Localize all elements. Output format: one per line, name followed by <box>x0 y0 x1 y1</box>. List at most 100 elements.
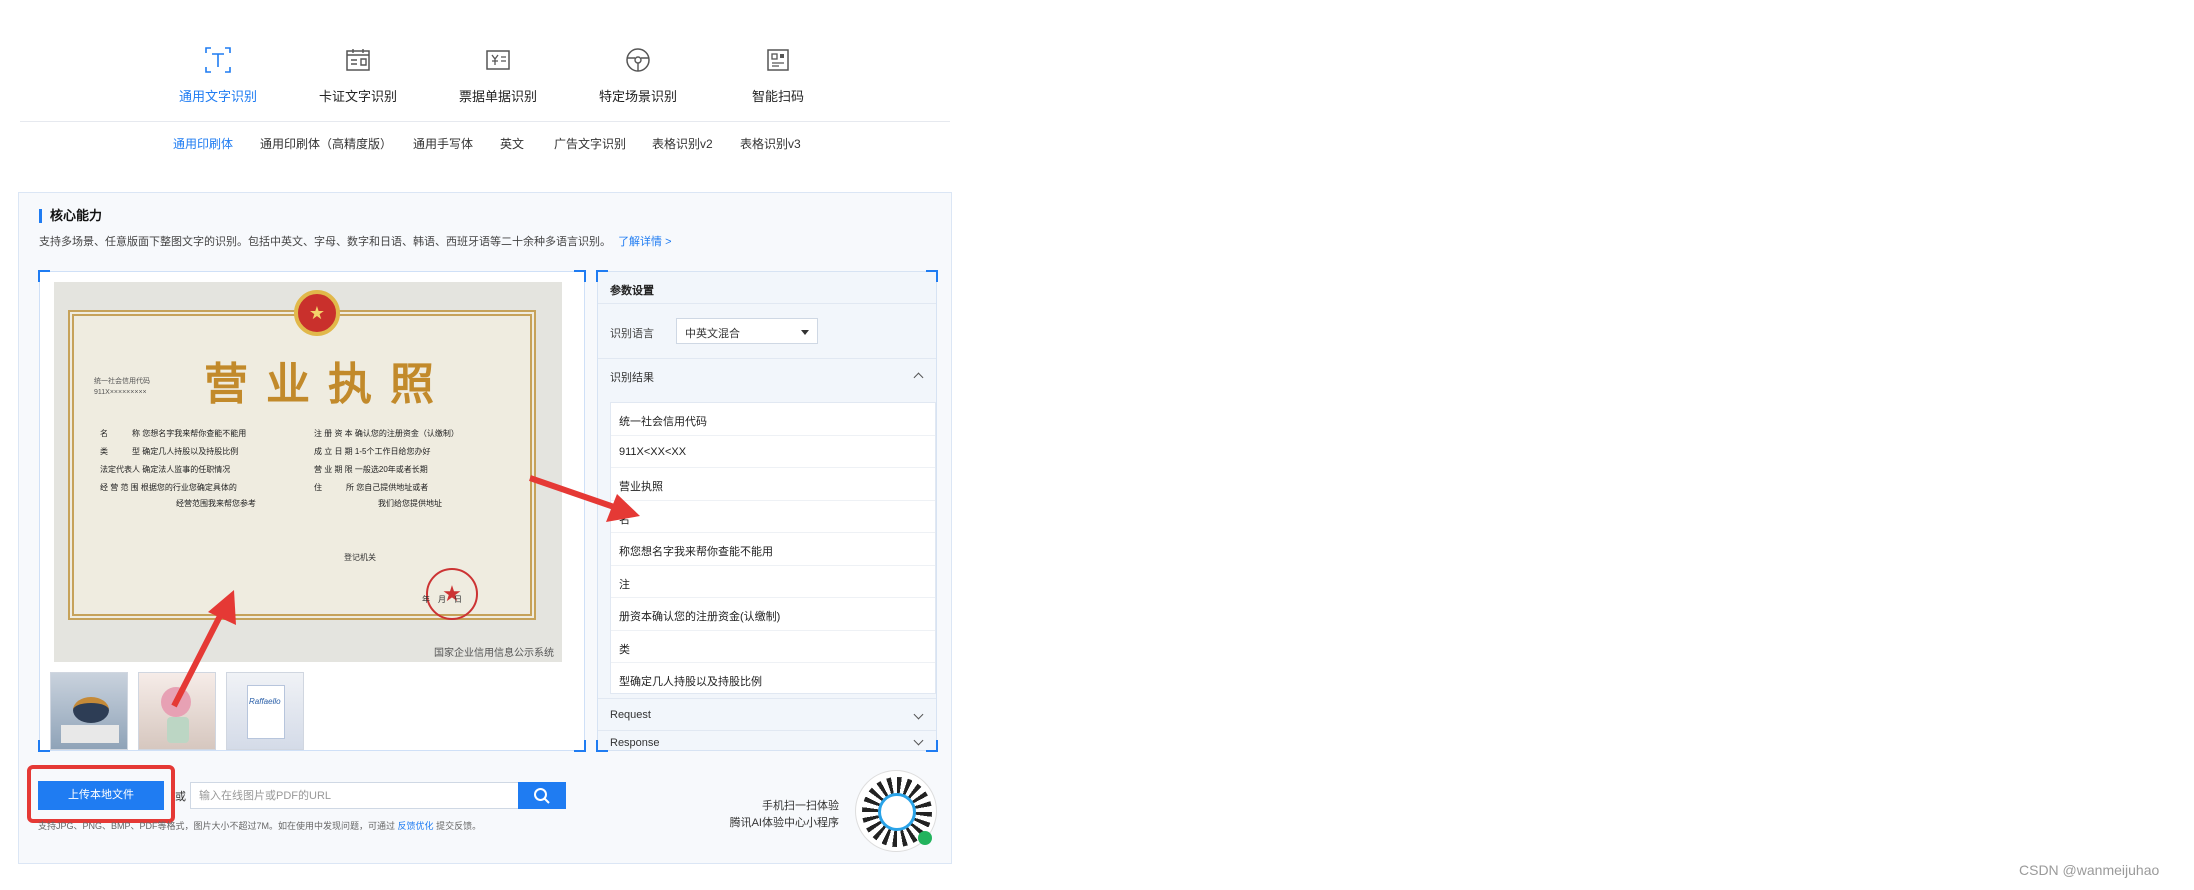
response-label: Response <box>610 737 660 749</box>
language-select-value: 中英文混合 <box>685 328 740 340</box>
chevron-up-icon <box>913 372 924 383</box>
demo-image-area: ★ 统一社会信用代码 911X××××××××× 营业执照 名 称 您想名字我来… <box>38 270 586 752</box>
feedback-link[interactable]: 反馈优化 <box>398 821 434 831</box>
page: 通用文字识别 卡证文字识别 票据单据识别 特定场景识别 智能扫码 通用印刷体 通… <box>0 0 2194 890</box>
mini-program-hint: 手机扫一扫体验 <box>762 800 839 812</box>
subtab-handwriting[interactable]: 通用手写体 <box>413 135 473 152</box>
license-certificate: ★ 统一社会信用代码 911X××××××××× 营业执照 名 称 您想名字我来… <box>68 290 536 620</box>
corner-mark <box>574 270 586 282</box>
steering-wheel-icon <box>626 48 650 72</box>
license-field: 住 所 您自己提供地址或者 <box>314 483 429 492</box>
result-item: 营业执照 <box>611 468 935 501</box>
url-submit-button[interactable] <box>518 782 566 809</box>
request-accordion-header[interactable]: Request <box>598 698 936 730</box>
license-field: 名 称 您想名字我来帮你查能不能用 <box>100 429 247 438</box>
notice-suffix: 提交反馈。 <box>436 821 482 831</box>
category-scene[interactable]: 特定场景识别 <box>568 44 708 106</box>
license-field: 我们给您提供地址 <box>378 499 442 508</box>
param-header: 参数设置 <box>598 272 936 304</box>
mini-program-qr-code <box>855 770 937 852</box>
caret-down-icon <box>801 330 809 335</box>
subtab-general-print[interactable]: 通用印刷体 <box>173 135 233 152</box>
sample-thumbnail-flower[interactable] <box>138 672 216 750</box>
license-caption: 国家企业信用信息公示系统 <box>434 648 554 659</box>
notice-text: 支持JPG、PNG、BMP、PDF等格式，图片大小不超过7M。如在使用中发现问题… <box>38 821 396 831</box>
issue-date: 年 月 日 <box>422 595 462 604</box>
subtab-ad-text[interactable]: 广告文字识别 <box>554 135 626 152</box>
business-license-image: ★ 统一社会信用代码 911X××××××××× 营业执照 名 称 您想名字我来… <box>54 282 562 662</box>
registrar-label: 登记机关 <box>344 553 376 562</box>
license-field: 法定代表人 确定法人监事的任职情况 <box>100 465 231 474</box>
receipt-icon <box>486 50 510 70</box>
category-label: 特定场景识别 <box>598 89 677 104</box>
url-or-label: 或 <box>175 791 186 803</box>
language-label: 识别语言 <box>610 328 654 340</box>
upload-local-file-button[interactable]: 上传本地文件 <box>38 781 164 810</box>
category-receipt[interactable]: 票据单据识别 <box>428 44 568 106</box>
result-item: 统一社会信用代码 <box>611 403 935 436</box>
category-smart-scan[interactable]: 智能扫码 <box>708 44 848 106</box>
sample-thumbnail-bird[interactable] <box>50 672 128 750</box>
credit-code-block: 统一社会信用代码 911X××××××××× <box>94 376 150 398</box>
result-item: 名 <box>611 501 935 533</box>
result-item: 型确定几人持股以及持股比例 <box>611 663 935 693</box>
license-field: 经 营 范 围 根据您的行业您确定具体的 <box>100 483 237 492</box>
wechat-badge-icon <box>918 831 932 845</box>
result-item: 类 <box>611 631 935 663</box>
package-brand-logo: Raffaello <box>249 697 281 706</box>
core-panel: 核心能力 支持多场景、任意版面下整图文字的识别。包括中英文、字母、数字和日语、韩… <box>18 192 952 864</box>
mini-program-name: 腾讯AI体验中心小程序 <box>729 817 839 829</box>
license-field: 类 型 确定几人持股以及持股比例 <box>100 447 239 456</box>
result-item: 册资本确认您的注册资金(认缴制) <box>611 598 935 631</box>
id-card-icon <box>346 49 370 71</box>
corner-mark <box>38 740 50 752</box>
sample-thumbnail-package[interactable]: Raffaello <box>226 672 304 750</box>
upload-notice: 支持JPG、PNG、BMP、PDF等格式，图片大小不超过7M。如在使用中发现问题… <box>38 819 481 832</box>
search-icon <box>534 788 550 804</box>
subtab-high-precision[interactable]: 通用印刷体（高精度版） <box>260 135 392 152</box>
results-label: 识别结果 <box>610 372 654 384</box>
credit-code-value: 911X××××××××× <box>94 389 147 396</box>
request-label: Request <box>610 709 651 721</box>
chevron-down-icon <box>913 735 924 746</box>
category-card-text[interactable]: 卡证文字识别 <box>288 44 428 106</box>
subtab-nav: 通用印刷体 通用印刷体（高精度版） 通用手写体 英文 广告文字识别 表格识别v2… <box>20 133 950 155</box>
results-accordion-header[interactable]: 识别结果 <box>598 358 936 390</box>
category-general-text[interactable]: 通用文字识别 <box>148 44 288 106</box>
card-image <box>61 725 119 743</box>
vase-image <box>167 717 189 743</box>
learn-more-link[interactable]: 了解详情 > <box>618 236 671 248</box>
result-item: 911X<XX<XX <box>611 436 935 468</box>
subtab-table-v2[interactable]: 表格识别v2 <box>652 135 713 152</box>
credit-code-label: 统一社会信用代码 <box>94 378 150 385</box>
subtab-english[interactable]: 英文 <box>500 135 524 152</box>
result-list[interactable]: 统一社会信用代码 911X<XX<XX 营业执照 名 称您想名字我来帮你查能不能… <box>610 402 936 694</box>
section-title: 核心能力 <box>39 209 102 223</box>
category-label: 卡证文字识别 <box>318 89 397 104</box>
bird-image <box>73 697 109 723</box>
category-label: 票据单据识别 <box>458 89 537 104</box>
license-field: 营 业 期 限 一般选20年或者长期 <box>314 465 428 474</box>
category-label: 通用文字识别 <box>178 89 257 104</box>
national-emblem-icon: ★ <box>294 290 340 336</box>
corner-mark <box>38 270 50 282</box>
result-item: 注 <box>611 566 935 598</box>
package-image <box>247 685 285 739</box>
response-accordion-header[interactable]: Response <box>598 730 936 752</box>
cloud-logo-icon <box>878 793 916 831</box>
description-text: 支持多场景、任意版面下整图文字的识别。包括中英文、字母、数字和日语、韩语、西班牙… <box>39 236 611 248</box>
license-title: 营业执照 <box>204 359 452 410</box>
license-field: 经营范围我来帮您参考 <box>176 499 256 508</box>
license-field: 注 册 资 本 确认您的注册资金（认缴制） <box>314 429 459 438</box>
flower-image <box>161 687 191 717</box>
result-item: 称您想名字我来帮你查能不能用 <box>611 533 935 566</box>
qr-scan-icon <box>767 49 789 71</box>
watermark: CSDN @wanmeijuhao <box>2019 862 2160 878</box>
subtab-table-v3[interactable]: 表格识别v3 <box>740 135 801 152</box>
language-select[interactable]: 中英文混合 <box>676 318 818 344</box>
text-recognition-icon <box>205 47 231 73</box>
chevron-down-icon <box>913 709 924 720</box>
category-label: 智能扫码 <box>751 89 804 104</box>
section-description: 支持多场景、任意版面下整图文字的识别。包括中英文、字母、数字和日语、韩语、西班牙… <box>39 233 672 249</box>
image-url-input[interactable] <box>190 782 520 809</box>
